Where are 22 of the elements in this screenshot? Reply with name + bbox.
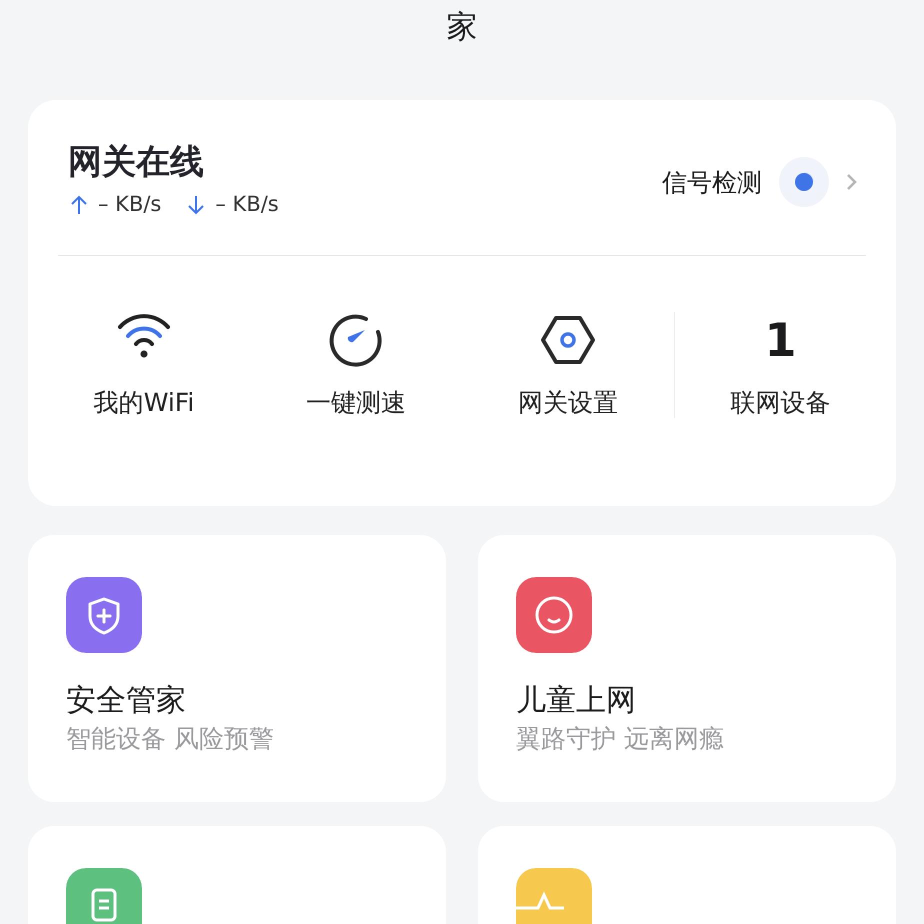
page-title: 家: [446, 8, 478, 47]
shield-icon: [66, 577, 142, 653]
action-label[interactable]: 我的WiFi: [94, 388, 194, 418]
feature-subtitle: 翼路守护 远离网瘾: [516, 723, 725, 755]
document-icon: [66, 868, 142, 924]
feature-title: 安全管家: [66, 683, 187, 719]
signal-icon[interactable]: [778, 156, 830, 208]
feature-title: 儿童上网: [516, 683, 637, 719]
upload-speed: – KB/s: [98, 191, 162, 218]
action-label[interactable]: 网关设置: [518, 388, 618, 418]
action-label[interactable]: 一键测速: [306, 388, 406, 418]
smiley-icon: [516, 577, 592, 653]
pulse-icon: [516, 868, 592, 924]
feature-subtitle: 智能设备 风险预警: [66, 723, 275, 755]
gauge-icon[interactable]: [328, 312, 384, 368]
device-count: 1: [764, 312, 796, 368]
gateway-status: 网关在线: [68, 144, 205, 182]
download-speed: – KB/s: [215, 191, 279, 218]
feature-card[interactable]: 儿童上网 翼路守护 远离网瘾: [478, 535, 896, 802]
action-label[interactable]: 联网设备: [730, 388, 830, 418]
feature-card[interactable]: 安全管家 智能设备 风险预警: [28, 535, 446, 802]
signal-check-link[interactable]: 信号检测: [662, 164, 762, 202]
